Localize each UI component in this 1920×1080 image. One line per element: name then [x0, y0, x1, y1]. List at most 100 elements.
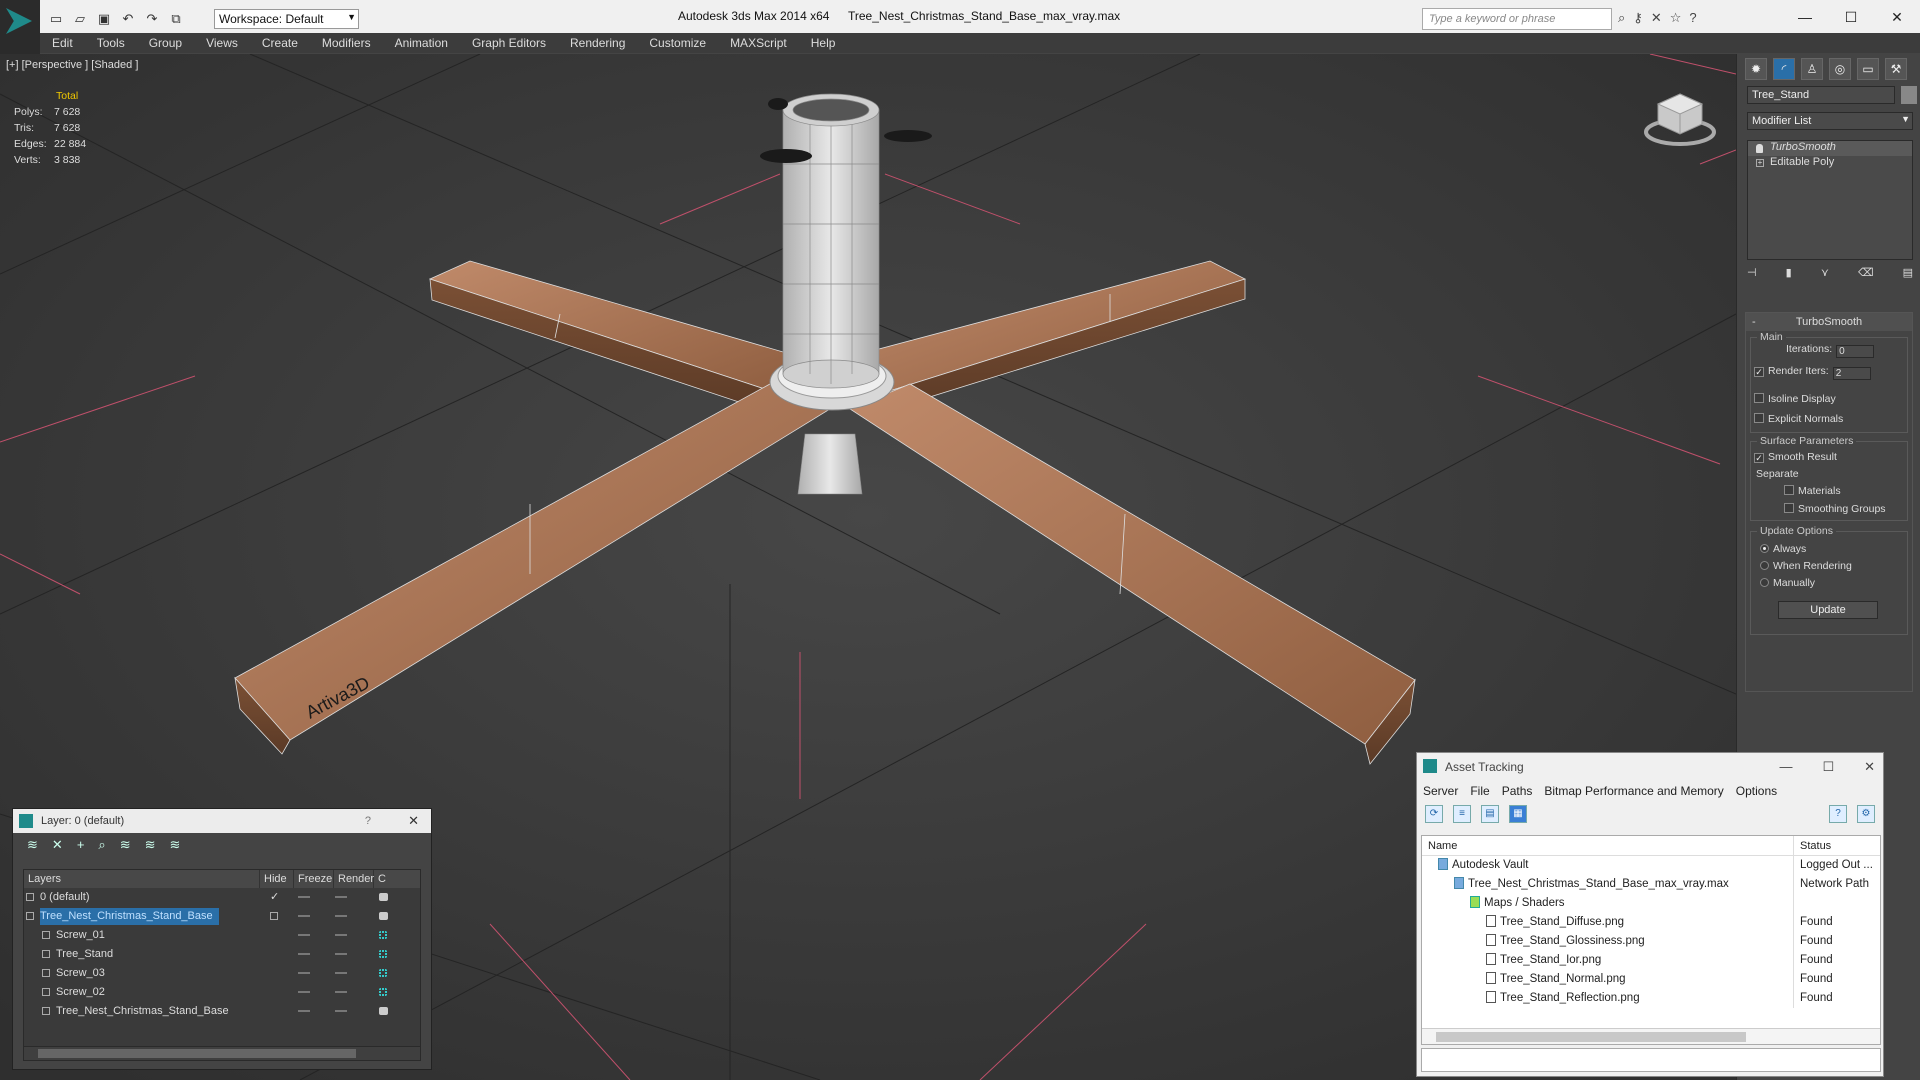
- freeze-all-layers-icon[interactable]: ≋: [170, 837, 181, 855]
- layer-row[interactable]: Screw_03: [24, 964, 420, 983]
- create-tab-icon[interactable]: ✹: [1745, 58, 1767, 80]
- smoothing-groups-checkbox[interactable]: [1784, 503, 1794, 513]
- table-view-icon[interactable]: ▦: [1509, 805, 1527, 823]
- list-view-icon[interactable]: ≡: [1453, 805, 1471, 823]
- maximize-button[interactable]: ☐: [1822, 753, 1834, 781]
- refresh-icon[interactable]: ⟳: [1425, 805, 1443, 823]
- asset-row[interactable]: Tree_Stand_Diffuse.png Found: [1422, 913, 1880, 932]
- detail-view-icon[interactable]: ▤: [1481, 805, 1499, 823]
- freeze-toggle[interactable]: [335, 972, 347, 974]
- column-hide[interactable]: Hide: [260, 870, 294, 888]
- hide-toggle[interactable]: [298, 934, 310, 936]
- asset-row[interactable]: Maps / Shaders: [1422, 894, 1880, 913]
- column-render[interactable]: Render: [334, 870, 374, 888]
- object-color-swatch[interactable]: [1901, 86, 1917, 104]
- hide-all-layers-icon[interactable]: ≋: [145, 837, 156, 855]
- column-name[interactable]: Name: [1422, 836, 1794, 855]
- show-end-result-icon[interactable]: ▮: [1786, 266, 1792, 279]
- render-iters-spinner[interactable]: 2: [1832, 367, 1871, 380]
- asset-menu-bitmap-performance-and-memory[interactable]: Bitmap Performance and Memory: [1538, 781, 1729, 801]
- asset-row[interactable]: Tree_Stand_Reflection.png Found: [1422, 989, 1880, 1008]
- asset-row[interactable]: Tree_Stand_Ior.png Found: [1422, 951, 1880, 970]
- asset-row[interactable]: Tree_Nest_Christmas_Stand_Base_max_vray.…: [1422, 875, 1880, 894]
- motion-tab-icon[interactable]: ◎: [1829, 58, 1851, 80]
- menu-item-edit[interactable]: Edit: [40, 33, 85, 53]
- layer-row[interactable]: Tree_Nest_Christmas_Stand_Base: [24, 907, 420, 926]
- menu-item-help[interactable]: Help: [799, 33, 848, 53]
- menu-item-maxscript[interactable]: MAXScript: [718, 33, 799, 53]
- modifier-list-dropdown[interactable]: Modifier List ▼: [1747, 112, 1913, 130]
- layer-row[interactable]: Tree_Stand: [24, 945, 420, 964]
- menu-item-modifiers[interactable]: Modifiers: [310, 33, 383, 53]
- app-logo[interactable]: [0, 0, 40, 54]
- isoline-checkbox[interactable]: [1754, 393, 1764, 403]
- project-folder-icon[interactable]: ⧉: [166, 9, 186, 29]
- hide-toggle[interactable]: [298, 915, 310, 917]
- expand-icon[interactable]: +: [1756, 159, 1764, 167]
- open-file-icon[interactable]: ▱: [70, 9, 90, 29]
- menu-item-customize[interactable]: Customize: [637, 33, 718, 53]
- horizontal-scrollbar[interactable]: [1422, 1028, 1880, 1044]
- layer-row[interactable]: Screw_02: [24, 983, 420, 1002]
- viewport-label[interactable]: [+] [Perspective ] [Shaded ]: [6, 59, 138, 71]
- menu-item-graph-editors[interactable]: Graph Editors: [460, 33, 558, 53]
- pin-stack-icon[interactable]: ⊣: [1747, 266, 1757, 279]
- dialog-title-bar[interactable]: Layer: 0 (default) ? ✕: [13, 809, 431, 833]
- layer-row[interactable]: Tree_Nest_Christmas_Stand_Base: [24, 1002, 420, 1021]
- minimize-button[interactable]: —: [1779, 753, 1792, 781]
- dialog-title-bar[interactable]: Asset Tracking — ☐ ✕: [1417, 753, 1883, 781]
- binoculars-icon[interactable]: ⌕: [1618, 10, 1625, 26]
- iterations-spinner[interactable]: 0: [1836, 345, 1875, 358]
- menu-item-views[interactable]: Views: [194, 33, 250, 53]
- smooth-result-checkbox[interactable]: ✓: [1754, 453, 1764, 463]
- explicit-normals-checkbox[interactable]: [1754, 413, 1764, 423]
- hide-toggle[interactable]: [298, 896, 310, 898]
- hide-toggle[interactable]: [298, 1010, 310, 1012]
- layer-row[interactable]: Screw_01: [24, 926, 420, 945]
- star-icon[interactable]: ☆: [1670, 10, 1682, 26]
- menu-item-create[interactable]: Create: [250, 33, 310, 53]
- column-status[interactable]: Status: [1794, 836, 1880, 855]
- render-toggle-icon[interactable]: [379, 893, 388, 901]
- help-icon[interactable]: ?: [1689, 10, 1696, 26]
- horizontal-scrollbar[interactable]: [24, 1046, 420, 1060]
- column-layers[interactable]: Layers: [24, 870, 260, 888]
- delete-layer-icon[interactable]: ✕: [52, 837, 63, 855]
- materials-checkbox[interactable]: [1784, 485, 1794, 495]
- column-color[interactable]: C: [374, 870, 414, 888]
- stack-item-turbosmooth[interactable]: TurboSmooth: [1748, 141, 1912, 156]
- render-toggle-icon[interactable]: [379, 931, 387, 939]
- freeze-toggle[interactable]: [335, 896, 347, 898]
- update-button[interactable]: Update: [1778, 601, 1878, 619]
- key-icon[interactable]: ⚷: [1633, 10, 1643, 26]
- new-file-icon[interactable]: ▭: [46, 9, 66, 29]
- render-toggle-icon[interactable]: [379, 1007, 388, 1015]
- render-toggle-icon[interactable]: [379, 988, 387, 996]
- help-icon[interactable]: ?: [1829, 805, 1847, 823]
- asset-menu-paths[interactable]: Paths: [1496, 781, 1539, 801]
- column-freeze[interactable]: Freeze: [294, 870, 334, 888]
- redo-icon[interactable]: ↷: [142, 9, 162, 29]
- close-icon[interactable]: ✕: [408, 809, 419, 833]
- asset-row[interactable]: Tree_Stand_Normal.png Found: [1422, 970, 1880, 989]
- lightbulb-icon[interactable]: [1756, 144, 1763, 153]
- asset-row[interactable]: Tree_Stand_Glossiness.png Found: [1422, 932, 1880, 951]
- menu-item-group[interactable]: Group: [137, 33, 194, 53]
- workspace-dropdown[interactable]: Workspace: Default ▼: [214, 9, 359, 29]
- hide-toggle[interactable]: [298, 972, 310, 974]
- highlight-selected-icon[interactable]: ≋: [120, 837, 131, 855]
- update-manually-radio[interactable]: [1760, 578, 1769, 587]
- object-name-field[interactable]: Tree_Stand: [1747, 86, 1895, 104]
- display-tab-icon[interactable]: ▭: [1857, 58, 1879, 80]
- search-input[interactable]: Type a keyword or phrase: [1422, 8, 1612, 30]
- create-layer-icon[interactable]: ≋: [27, 837, 38, 855]
- menu-item-tools[interactable]: Tools: [85, 33, 137, 53]
- rollout-header[interactable]: - TurboSmooth: [1746, 313, 1912, 331]
- select-highlighted-icon[interactable]: ⌕: [98, 837, 105, 855]
- undo-icon[interactable]: ↶: [118, 9, 138, 29]
- scrollbar-thumb[interactable]: [1436, 1032, 1746, 1042]
- layer-row[interactable]: 0 (default) ✓: [24, 888, 420, 907]
- utilities-tab-icon[interactable]: ⚒: [1885, 58, 1907, 80]
- close-button[interactable]: ✕: [1874, 0, 1920, 34]
- freeze-toggle[interactable]: [335, 934, 347, 936]
